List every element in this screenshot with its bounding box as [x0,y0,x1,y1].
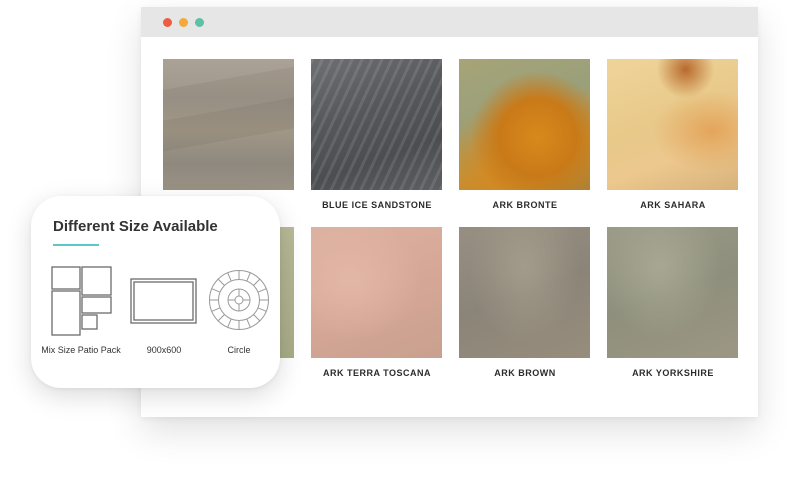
card-title: Different Size Available [53,218,218,235]
product-label-ark-terra-toscana[interactable]: ARK TERRA TOSCANA [297,368,457,378]
title-underline [53,244,99,246]
product-label-ark-sahara[interactable]: ARK SAHARA [593,200,753,210]
product-tile-ark-yorkshire-image[interactable] [607,227,738,358]
option-label-circle: Circle [227,345,251,355]
circle-paving-icon[interactable] [208,269,270,331]
close-window-dot[interactable] [163,18,172,27]
mix-size-pack-icon[interactable] [51,266,113,336]
maximize-window-dot[interactable] [195,18,204,27]
product-tile-ark-brown-image[interactable] [459,227,590,358]
size-options-card: Different Size Available Mix Size Patio … [31,196,280,388]
option-label-mix-size-patio-pack: Mix Size Patio Pack [41,345,121,355]
product-label-ark-brown[interactable]: ARK BROWN [445,368,605,378]
product-tile-ark-bronte-image[interactable] [459,59,590,190]
option-label-900x600: 900x600 [146,345,182,355]
product-tile-blue-ice-sandstone-image[interactable] [311,59,442,190]
window-titlebar [141,7,758,37]
rectangle-slab-icon[interactable] [130,278,197,324]
product-label-blue-ice-sandstone[interactable]: BLUE ICE SANDSTONE [297,200,457,210]
product-tile-ark-terra-toscana-image[interactable] [311,227,442,358]
minimize-window-dot[interactable] [179,18,188,27]
product-label-ark-yorkshire[interactable]: ARK YORKSHIRE [593,368,753,378]
product-label-ark-bronte[interactable]: ARK BRONTE [445,200,605,210]
product-tile-ark-sahara-image[interactable] [607,59,738,190]
product-tile-1-image[interactable] [163,59,294,190]
